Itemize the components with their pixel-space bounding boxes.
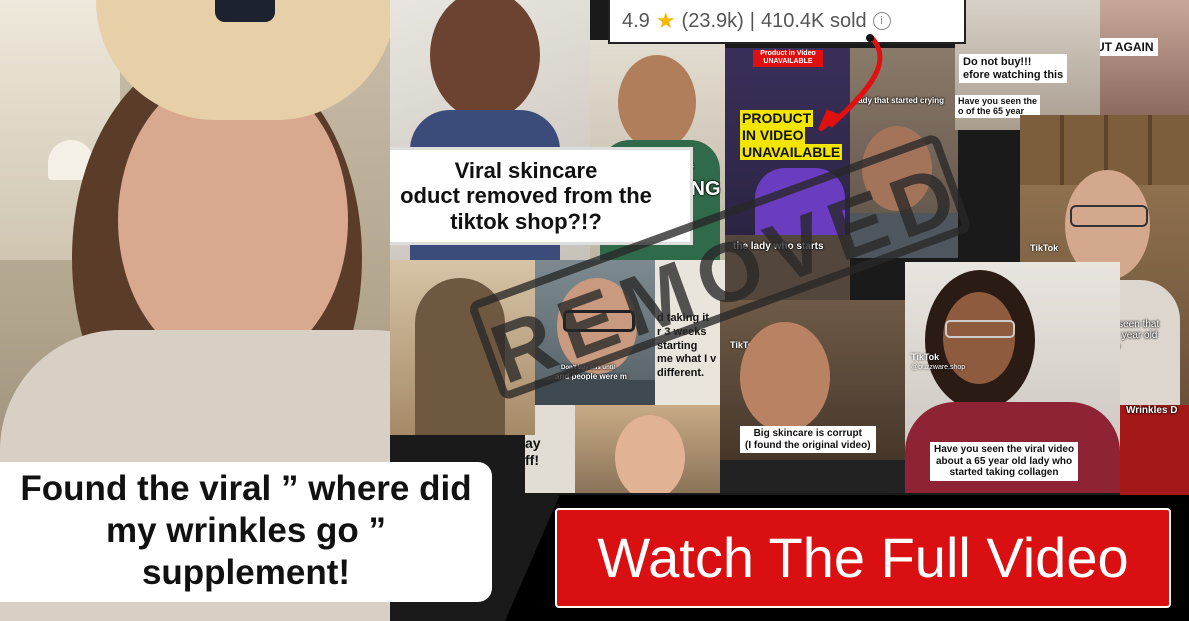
wrinkles-label: Wrinkles D — [1126, 405, 1178, 416]
watch-full-video-button[interactable]: Watch The Full Video — [555, 508, 1171, 608]
star-icon: ★ — [655, 8, 676, 33]
tiktok-label: TikTok — [1030, 243, 1059, 253]
handle-label: @buzzware.shop — [911, 364, 966, 371]
glasses — [1070, 205, 1148, 227]
rating-value: 4.9 — [622, 9, 650, 32]
watch-full-video-label: Watch The Full Video — [597, 526, 1129, 589]
rating-bar: 4.9 ★ (23.9k) | 410.4K sold i — [608, 0, 966, 44]
tiktok-label: TikTok — [911, 352, 940, 362]
red-arrow-icon — [818, 34, 883, 132]
collage-tile-blonde-woman — [575, 405, 720, 493]
person-shirt — [720, 460, 905, 493]
separator: | — [749, 9, 755, 32]
person-face — [615, 415, 685, 493]
collage-tile-sold-out: SOLD OUT AGAIN — [1100, 0, 1189, 115]
sold-out-label: SOLD OUT AGAIN — [1100, 38, 1158, 56]
big-skincare-caption: Big skincare is corrupt (I found the ori… — [740, 426, 876, 453]
do-not-buy-caption: Do not buy!!! efore watching this — [959, 54, 1068, 84]
review-count: (23.9k) — [681, 9, 744, 32]
main-video-caption: Found the viral ” where did my wrinkles … — [0, 462, 492, 602]
person-face — [430, 0, 540, 120]
collage-tile-curly-woman: TikTok @buzzware.shop Have you seen the … — [905, 262, 1120, 493]
thumbnail-collage[interactable]: Don't buy this!! Until you watch this ME… — [0, 0, 1189, 621]
person-face — [618, 55, 696, 150]
collage-tile-wrinkles: Wrinkles D — [1120, 405, 1189, 495]
cap-logo-icon — [215, 0, 275, 22]
collage-tile-do-not-buy: Do not buy!!! efore watching this Have y… — [955, 0, 1100, 130]
collage-tile-man-big-skincare: TikTok Big skincare is corrupt (I found … — [720, 300, 905, 493]
have-you-seen-bottom-caption: Have you seen the viral video about a 65… — [930, 442, 1079, 481]
person-face — [740, 322, 830, 432]
info-icon[interactable]: i — [872, 12, 891, 30]
ay-text: ay ff! — [525, 435, 541, 468]
removed-caption: Viral skincare oduct removed from the ti… — [362, 150, 690, 242]
glasses — [945, 320, 1015, 338]
